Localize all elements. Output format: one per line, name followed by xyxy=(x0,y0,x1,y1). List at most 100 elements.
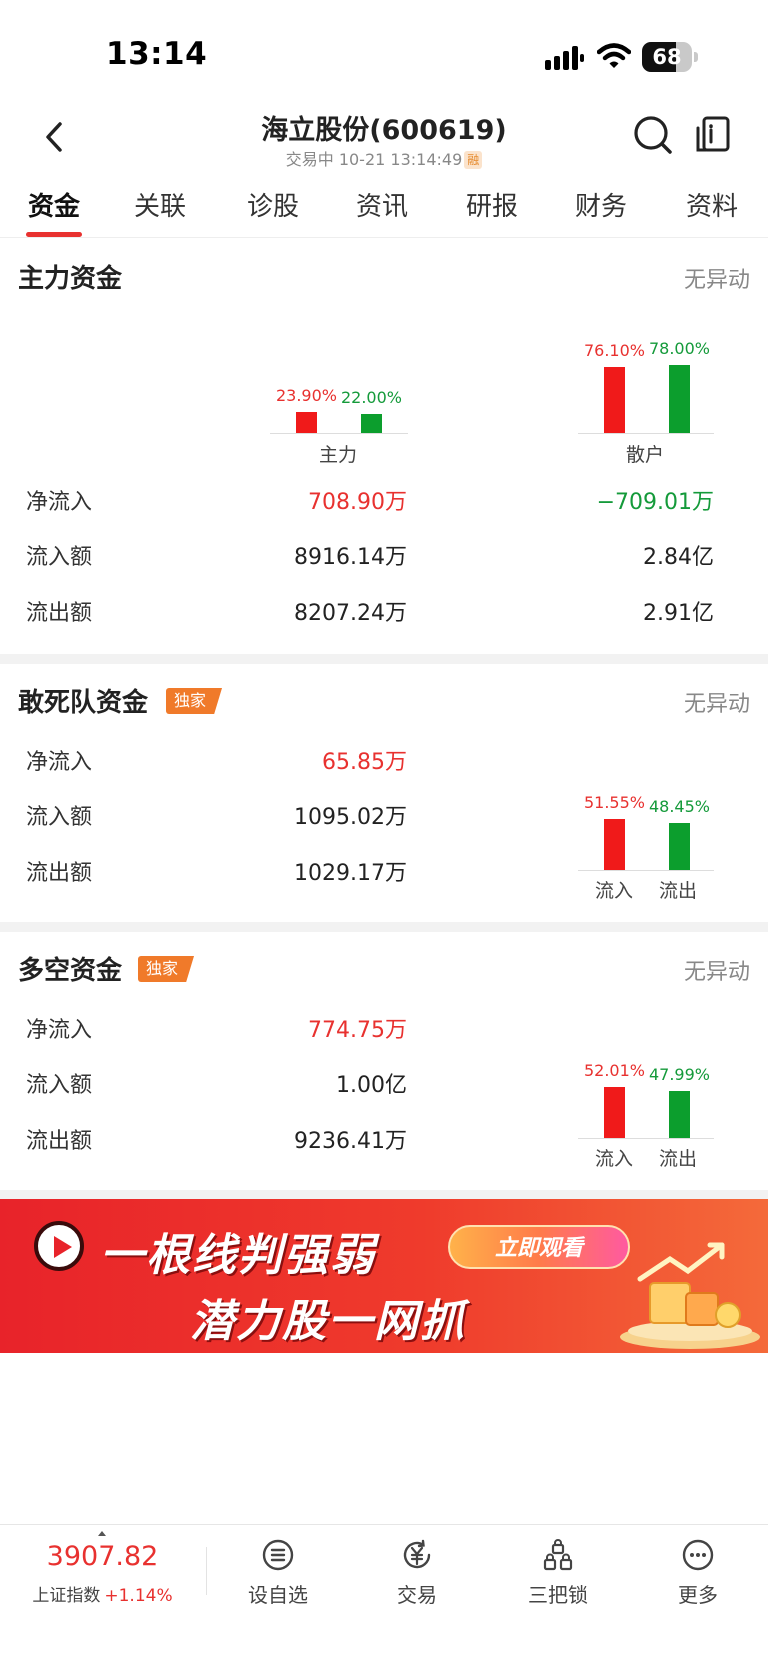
row-label: 流出额 xyxy=(26,601,93,626)
section-title: 主力资金 xyxy=(18,264,123,294)
promo-banner[interactable]: 一根线判强弱 潜力股一网抓 立即观看 xyxy=(0,1199,768,1353)
share-icon[interactable] xyxy=(694,114,732,154)
chart-axis xyxy=(578,1138,714,1139)
list-icon xyxy=(262,1539,294,1571)
retail-outflow: 2.91亿 xyxy=(643,601,714,626)
dare-in-bar xyxy=(604,819,625,870)
in-label: 流入 xyxy=(594,1148,633,1170)
ls-in-pct: 52.01% xyxy=(583,1061,645,1081)
nav-label: 三把锁 xyxy=(528,1583,588,1607)
nav-trade[interactable]: 交易 xyxy=(367,1535,467,1615)
section-title: 敢死队资金 xyxy=(18,688,149,718)
tab-fund[interactable]: 资金 xyxy=(26,186,82,236)
main-net-inflow: 708.90万 xyxy=(308,490,407,515)
nav-label: 交易 xyxy=(397,1583,437,1607)
ls-out-bar xyxy=(669,1090,690,1138)
play-icon xyxy=(34,1221,84,1271)
battery-icon: 68 xyxy=(642,42,698,72)
exclusive-badge: 独家 xyxy=(166,688,223,714)
nav-add-watchlist[interactable]: 设自选 xyxy=(228,1535,328,1615)
divider xyxy=(206,1547,207,1595)
dare-outflow: 1029.17万 xyxy=(294,861,407,886)
banner-subline: 潜力股一网抓 xyxy=(190,1296,466,1347)
margin-badge: 融 xyxy=(464,151,483,169)
dare-inflow: 1095.02万 xyxy=(294,805,407,830)
main-label: 主力 xyxy=(318,444,357,466)
up-arrow-icon xyxy=(98,1531,106,1536)
retail-net-inflow: −709.01万 xyxy=(596,490,714,515)
index-name: 上证指数 xyxy=(32,1586,101,1606)
locks-icon xyxy=(543,1539,573,1571)
ls-net-inflow: 774.75万 xyxy=(308,1018,407,1043)
chart-axis xyxy=(270,433,408,434)
out-label: 流出 xyxy=(658,1148,697,1170)
nav-three-locks[interactable]: 三把锁 xyxy=(508,1535,608,1615)
cellular-signal-icon xyxy=(545,46,584,70)
search-icon[interactable] xyxy=(632,114,674,156)
wifi-icon xyxy=(597,43,631,68)
tab-diagnosis[interactable]: 诊股 xyxy=(243,186,303,236)
main-outflow: 8207.24万 xyxy=(294,601,407,626)
long-short-section: 多空资金 独家 无异动 净流入 774.75万 流入额 1.00亿 流出额 92… xyxy=(0,932,768,1190)
row-label: 流出额 xyxy=(26,861,93,886)
main-inflow: 8916.14万 xyxy=(294,545,407,570)
row-label: 流入额 xyxy=(26,545,93,570)
watch-now-button[interactable]: 立即观看 xyxy=(448,1225,630,1269)
ls-outflow: 9236.41万 xyxy=(294,1129,407,1154)
dare-out-pct: 48.45% xyxy=(648,796,710,816)
index-change: +1.14% xyxy=(104,1586,173,1606)
section-divider xyxy=(0,922,768,932)
row-label: 净流入 xyxy=(26,750,93,775)
ls-out-pct: 47.99% xyxy=(648,1064,710,1084)
tab-finance[interactable]: 财务 xyxy=(571,186,631,236)
tab-research[interactable]: 研报 xyxy=(462,186,522,236)
main-fund-section: 主力资金 无异动 23.90% 22.00% 主力 76.10% 78.00% … xyxy=(0,240,768,654)
ls-in-bar xyxy=(604,1087,625,1138)
tab-news[interactable]: 资讯 xyxy=(352,186,412,236)
main-out-pct: 22.00% xyxy=(340,387,402,407)
battery-level: 68 xyxy=(652,45,682,69)
retail-out-pct: 78.00% xyxy=(648,339,710,359)
out-label: 流出 xyxy=(658,880,697,902)
tab-indicator xyxy=(26,232,82,237)
index-value: 3907.82 xyxy=(46,1541,159,1572)
main-in-pct: 23.90% xyxy=(275,386,337,406)
retail-out-bar xyxy=(669,365,690,433)
dare-fund-section: 敢死队资金 独家 无异动 净流入 65.85万 流入额 1095.02万 流出额… xyxy=(0,664,768,922)
dare-net-inflow: 65.85万 xyxy=(322,750,407,775)
section-divider xyxy=(0,654,768,664)
retail-label: 散户 xyxy=(625,444,664,466)
retail-in-bar xyxy=(604,366,625,433)
section-divider xyxy=(0,1190,768,1199)
tab-profile[interactable]: 资料 xyxy=(682,186,742,236)
nav-label: 更多 xyxy=(678,1583,718,1607)
trade-status-text: 交易中 10-21 13:14:49 xyxy=(285,150,463,169)
nav-more[interactable]: 更多 xyxy=(648,1535,748,1615)
row-label: 流入额 xyxy=(26,1073,93,1098)
retail-inflow: 2.84亿 xyxy=(643,545,714,570)
banner-headline: 一根线判强弱 xyxy=(100,1230,376,1281)
row-label: 流入额 xyxy=(26,805,93,830)
row-label: 流出额 xyxy=(26,1129,93,1154)
main-in-bar xyxy=(296,412,317,433)
section-status[interactable]: 无异动 xyxy=(684,686,750,718)
retail-in-pct: 76.10% xyxy=(583,340,645,360)
more-dots-icon xyxy=(682,1539,714,1571)
gift-coins-illustration xyxy=(620,1242,760,1349)
bottom-bar: 3907.82 上证指数 +1.14% 设自选 交易 三把锁 更多 xyxy=(0,1524,768,1669)
chart-axis xyxy=(578,870,714,871)
row-label: 净流入 xyxy=(26,490,93,515)
ls-inflow: 1.00亿 xyxy=(336,1073,407,1098)
dare-out-bar xyxy=(669,822,690,870)
section-status[interactable]: 无异动 xyxy=(684,954,750,986)
section-title: 多空资金 xyxy=(18,956,123,986)
in-label: 流入 xyxy=(594,880,633,902)
tab-related[interactable]: 关联 xyxy=(130,186,190,236)
main-out-bar xyxy=(361,413,382,433)
nav-label: 设自选 xyxy=(248,1583,308,1607)
index-info: 上证指数 +1.14% xyxy=(0,1581,205,1606)
section-status[interactable]: 无异动 xyxy=(684,262,750,294)
yuan-exchange-icon xyxy=(403,1539,431,1569)
row-label: 净流入 xyxy=(26,1018,93,1043)
chart-axis xyxy=(578,433,714,434)
